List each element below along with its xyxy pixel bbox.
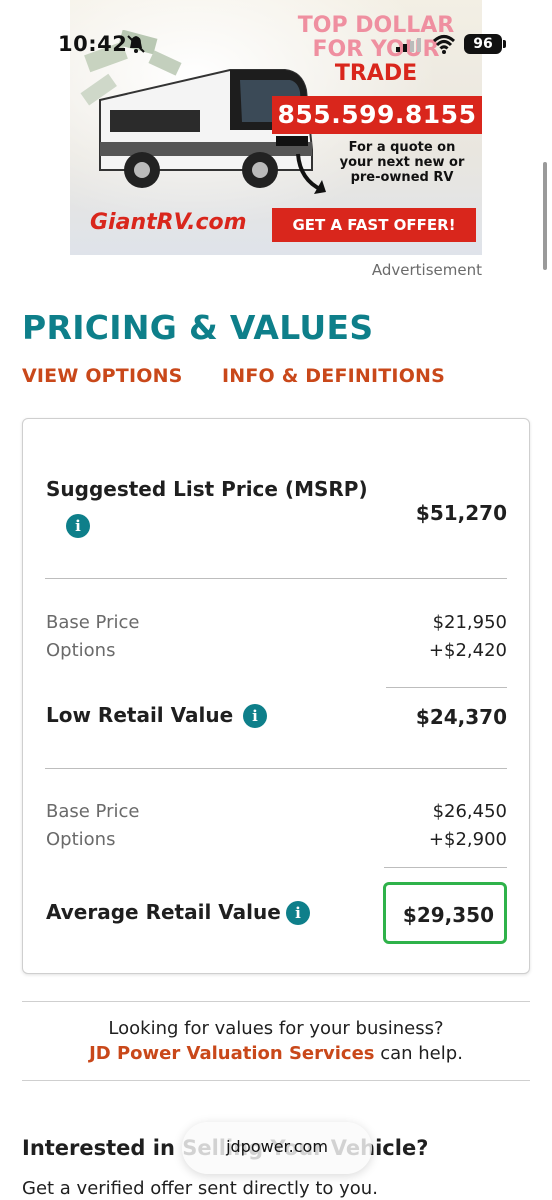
- average-value-highlight: [383, 882, 507, 944]
- divider: [22, 1080, 530, 1081]
- jd-power-valuation-link[interactable]: JD Power Valuation Services: [89, 1043, 374, 1064]
- ad-quote-text: For a quote on your next new or pre-owne…: [339, 140, 465, 185]
- ad-site-name: GiantRV.com: [90, 210, 247, 235]
- sum-divider: [386, 687, 507, 688]
- low-options-value: +$2,420: [428, 640, 507, 661]
- avg-options-label: Options: [46, 829, 116, 850]
- ad-cta-button[interactable]: GET A FAST OFFER!: [272, 208, 476, 242]
- msrp-value: $51,270: [415, 501, 507, 525]
- business-prompt: Looking for values for your business?: [108, 1018, 444, 1039]
- low-base-price-label: Base Price: [46, 612, 140, 633]
- msrp-info-icon[interactable]: i: [66, 514, 90, 538]
- browser-url-bar[interactable]: jdpower.com: [182, 1122, 372, 1174]
- avg-options-value: +$2,900: [428, 829, 507, 850]
- advertisement-label: Advertisement: [371, 261, 482, 279]
- low-retail-label: Low Retail Value: [46, 703, 234, 727]
- ad-headline-line3: TRADE: [334, 61, 418, 86]
- msrp-label: Suggested List Price (MSRP): [46, 477, 368, 501]
- ad-phone-number[interactable]: 855.599.8155: [272, 96, 482, 134]
- low-retail-value: $24,370: [415, 705, 507, 729]
- low-options-label: Options: [46, 640, 116, 661]
- low-retail-info-icon[interactable]: i: [243, 704, 267, 728]
- divider: [22, 1001, 530, 1002]
- low-base-price-value: $21,950: [432, 612, 507, 633]
- avg-base-price-label: Base Price: [46, 801, 140, 822]
- ad-headline-line2: FOR YOUR: [312, 37, 440, 62]
- ad-headline-line1: TOP DOLLAR: [297, 13, 455, 38]
- advertisement-banner[interactable]: TOP DOLLAR FOR YOUR TRADE 855.599.8155 F…: [70, 0, 482, 255]
- sum-divider: [384, 867, 507, 868]
- info-definitions-link[interactable]: INFO & DEFINITIONS: [222, 365, 445, 387]
- average-retail-label: Average Retail Value: [46, 900, 281, 924]
- page-title: PRICING & VALUES: [22, 308, 374, 347]
- divider: [45, 578, 507, 579]
- business-help-suffix: can help.: [374, 1043, 463, 1064]
- arrow-down-right-icon: [296, 153, 326, 194]
- verified-offer-text: Get a verified offer sent directly to yo…: [22, 1178, 378, 1199]
- scrollbar[interactable]: [543, 162, 547, 270]
- battery-tip: [503, 40, 506, 48]
- avg-base-price-value: $26,450: [432, 801, 507, 822]
- ad-headline: TOP DOLLAR FOR YOUR TRADE: [278, 14, 474, 86]
- business-help-line: JD Power Valuation Services can help.: [0, 1043, 552, 1064]
- average-retail-info-icon[interactable]: i: [286, 901, 310, 925]
- view-options-link[interactable]: VIEW OPTIONS: [22, 365, 183, 387]
- divider: [45, 768, 507, 769]
